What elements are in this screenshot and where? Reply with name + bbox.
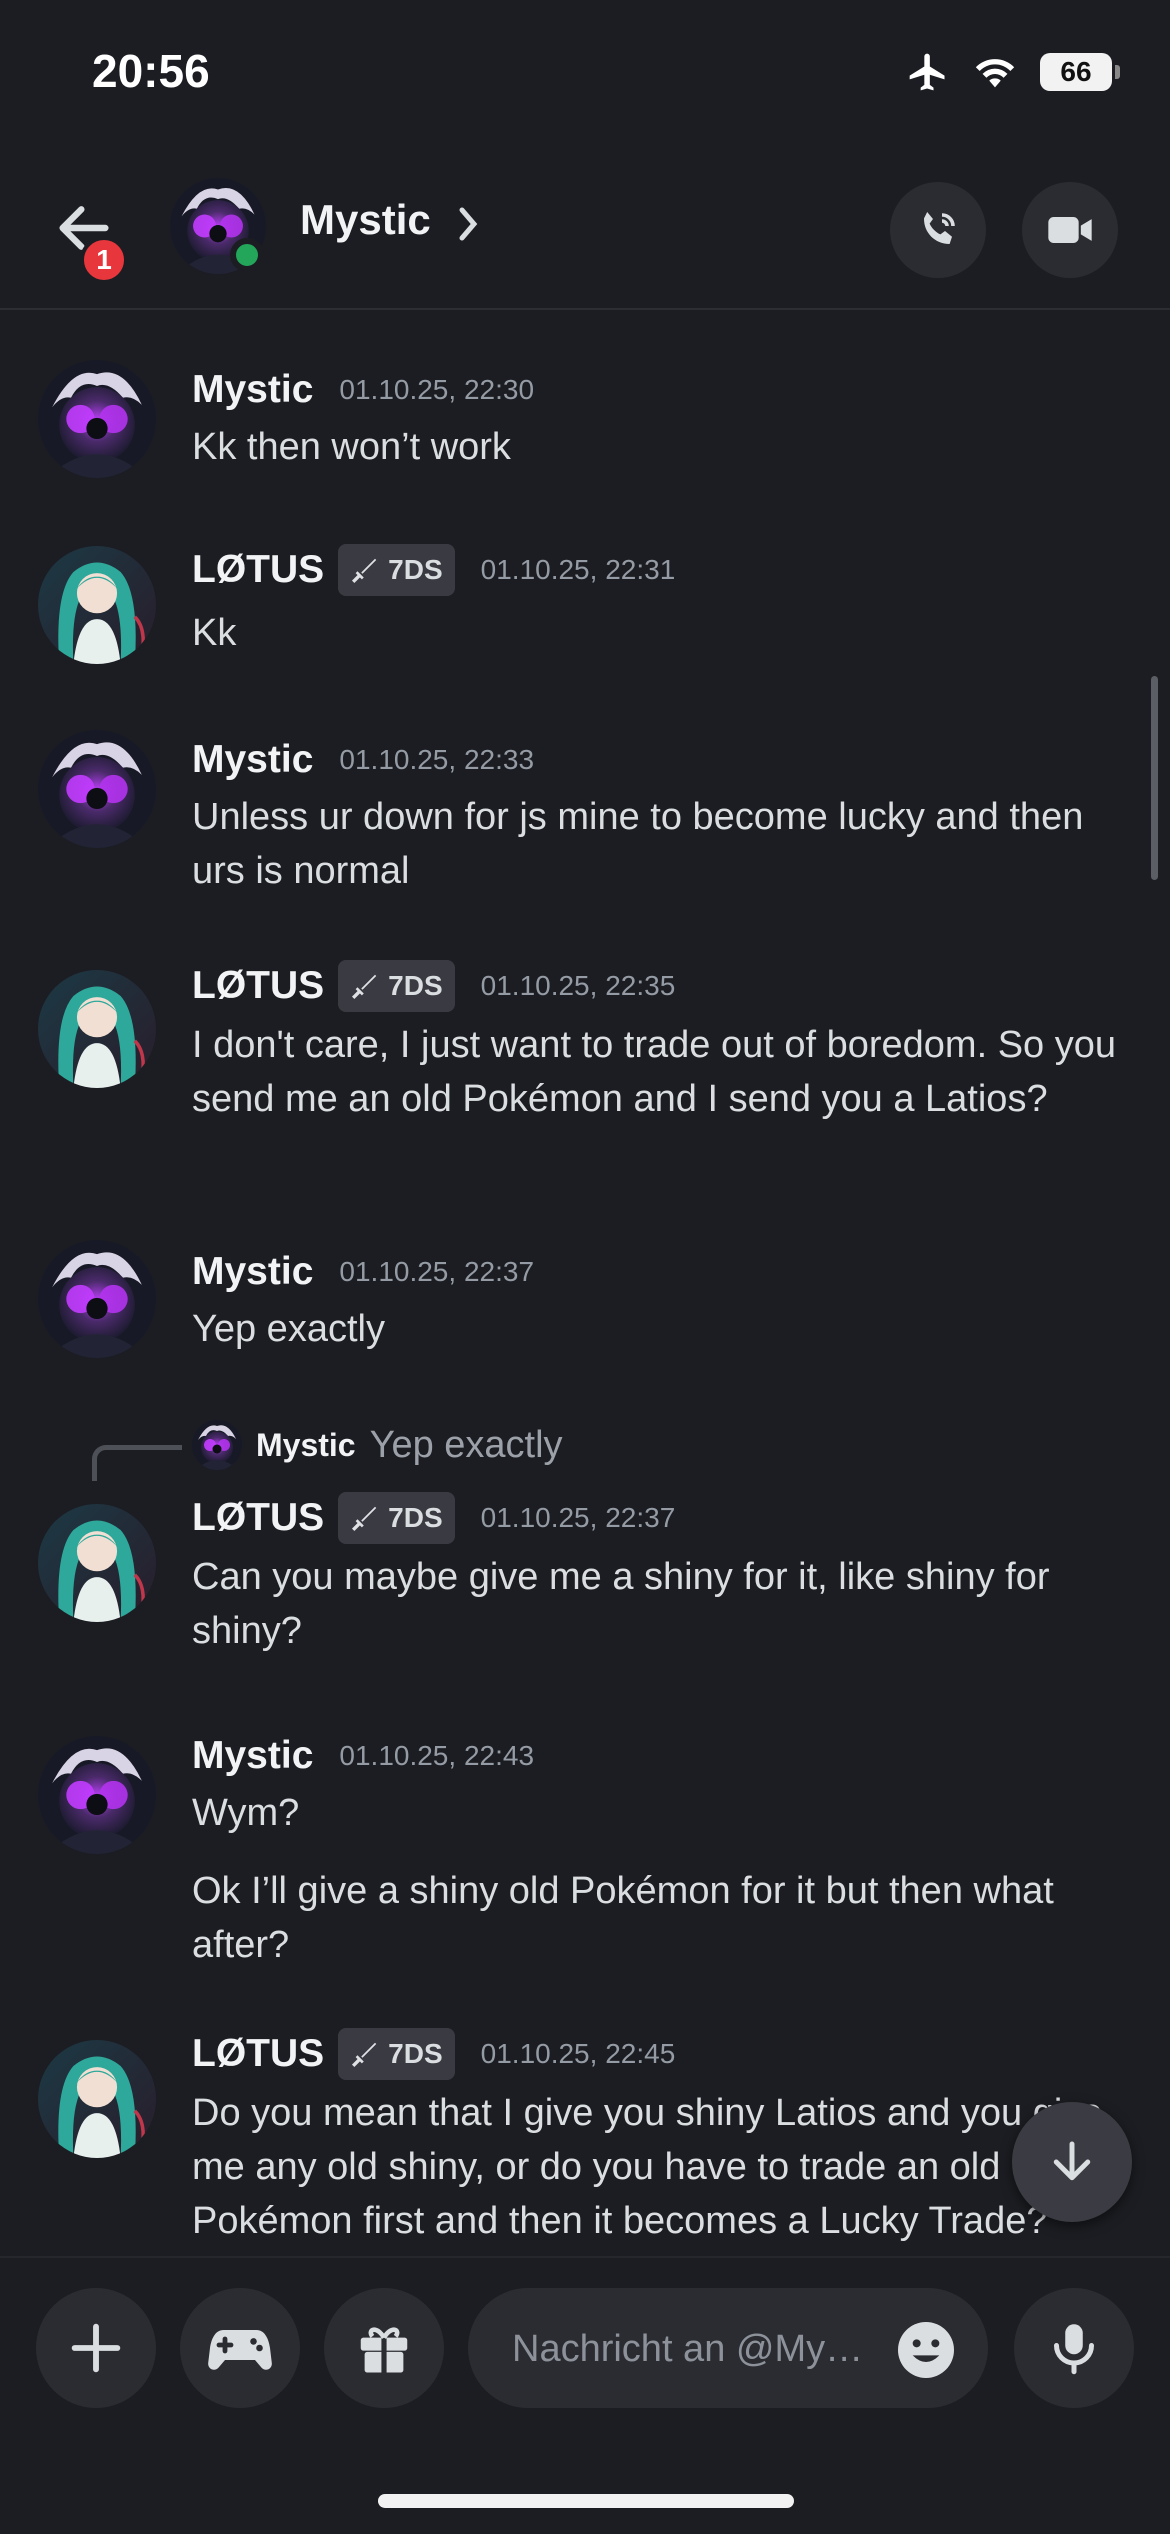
message-author[interactable]: Mystic — [192, 738, 313, 782]
voice-call-button[interactable] — [890, 182, 986, 278]
role-tag-label: 7DS — [388, 2038, 443, 2069]
message-timestamp: 01.10.25, 22:43 — [339, 1740, 535, 1771]
avatar[interactable] — [38, 730, 156, 848]
sword-icon — [350, 555, 380, 585]
message-text: Do you mean that I give you shiny Latios… — [192, 2092, 1103, 2242]
avatar[interactable] — [38, 970, 156, 1088]
message-input-container[interactable] — [468, 2288, 988, 2410]
home-indicator[interactable] — [378, 2494, 794, 2508]
reply-avatar — [192, 1420, 242, 1470]
role-tag-label: 7DS — [388, 970, 443, 1001]
activities-button[interactable] — [180, 2288, 300, 2408]
message-author[interactable]: LØTUS — [192, 548, 324, 592]
message-text: Can you maybe give me a shiny for it, li… — [192, 1556, 1050, 1652]
sword-icon — [350, 2039, 380, 2069]
message-text: Ok I’ll give a shiny old Pokémon for it … — [192, 1870, 1054, 1966]
jump-to-bottom-button[interactable] — [1012, 2102, 1132, 2222]
message-author[interactable]: LØTUS — [192, 964, 324, 1008]
message-header: Mystic 01.10.25, 22:37 — [192, 1250, 534, 1294]
message-header: LØTUS 7DS 01.10.25, 22:45 — [192, 2028, 675, 2080]
airplane-icon — [909, 53, 945, 91]
status-icons: 66 — [906, 50, 1120, 94]
reply-author: Mystic — [256, 1426, 356, 1463]
role-tag[interactable]: 7DS — [338, 2028, 455, 2080]
reply-connector — [92, 1445, 182, 1481]
message-timestamp: 01.10.25, 22:35 — [480, 970, 676, 1001]
message-header: LØTUS 7DS 01.10.25, 22:31 — [192, 544, 675, 596]
role-tag-label: 7DS — [388, 1502, 443, 1533]
message-text: Wym? — [192, 1792, 300, 1834]
message-timestamp: 01.10.25, 22:33 — [339, 744, 535, 775]
avatar[interactable] — [38, 546, 156, 664]
gamepad-icon — [208, 2330, 272, 2370]
scrollbar[interactable] — [1151, 676, 1158, 880]
chevron-right-icon[interactable] — [452, 204, 484, 244]
message-author[interactable]: LØTUS — [192, 2032, 324, 2076]
message-text: Unless ur down for js mine to become luc… — [192, 796, 1084, 892]
message-timestamp: 01.10.25, 22:30 — [339, 374, 535, 405]
status-time: 20:56 — [92, 45, 210, 97]
online-status-dot — [230, 238, 264, 272]
message-header: Mystic 01.10.25, 22:43 — [192, 1734, 534, 1778]
microphone-icon — [1054, 2324, 1094, 2375]
wifi-icon — [975, 59, 1015, 88]
add-attachment-button[interactable] — [36, 2288, 156, 2408]
voice-message-button[interactable] — [1014, 2288, 1134, 2408]
message-composer — [0, 2256, 1170, 2534]
reply-preview[interactable]: Mystic Yep exactly — [192, 1420, 563, 1470]
gift-icon — [360, 2327, 408, 2373]
phone-icon — [923, 212, 955, 244]
message-header: Mystic 01.10.25, 22:33 — [192, 738, 534, 782]
message-header: LØTUS 7DS 01.10.25, 22:35 — [192, 960, 675, 1012]
message-text: I don't care, I just want to trade out o… — [192, 1024, 1117, 1120]
reply-text: Yep exactly — [369, 1423, 563, 1466]
plus-icon — [71, 2323, 121, 2373]
message-header: LØTUS 7DS 01.10.25, 22:37 — [192, 1492, 675, 1544]
message-timestamp: 01.10.25, 22:37 — [339, 1256, 535, 1287]
header-title[interactable]: Mystic — [300, 196, 431, 244]
message-author[interactable]: Mystic — [192, 1250, 313, 1294]
dm-header: 1 Mystic — [0, 160, 1170, 310]
message-author[interactable]: Mystic — [192, 368, 313, 412]
message-author[interactable]: LØTUS — [192, 1496, 324, 1540]
message-timestamp: 01.10.25, 22:31 — [480, 554, 676, 585]
message-timestamp: 01.10.25, 22:45 — [480, 2038, 676, 2069]
sword-icon — [350, 1503, 380, 1533]
avatar[interactable] — [38, 360, 156, 478]
message-list[interactable]: Mystic 01.10.25, 22:30 Kk then won’t wor… — [0, 310, 1170, 2256]
message-header: Mystic 01.10.25, 22:30 — [192, 368, 534, 412]
message-text: Yep exactly — [192, 1308, 385, 1350]
status-bar: 20:56 66 — [0, 0, 1170, 150]
message-author[interactable]: Mystic — [192, 1734, 313, 1778]
gift-button[interactable] — [324, 2288, 444, 2408]
notification-badge: 1 — [80, 236, 128, 284]
battery-indicator: 66 — [1040, 53, 1120, 91]
sword-icon — [350, 971, 380, 1001]
message-text: Kk — [192, 612, 237, 654]
message-timestamp: 01.10.25, 22:37 — [480, 1502, 676, 1533]
arrow-down-icon — [1053, 2141, 1091, 2181]
emoji-icon[interactable] — [894, 2318, 958, 2382]
avatar[interactable] — [38, 1736, 156, 1854]
avatar[interactable] — [38, 2040, 156, 2158]
message-input[interactable] — [510, 2288, 894, 2410]
avatar[interactable] — [38, 1504, 156, 1622]
message-text: Kk then won’t work — [192, 426, 511, 468]
role-tag[interactable]: 7DS — [338, 960, 455, 1012]
video-camera-icon — [1048, 217, 1092, 243]
avatar[interactable] — [38, 1240, 156, 1358]
video-call-button[interactable] — [1022, 182, 1118, 278]
role-tag-label: 7DS — [388, 554, 443, 585]
role-tag[interactable]: 7DS — [338, 544, 455, 596]
role-tag[interactable]: 7DS — [338, 1492, 455, 1544]
